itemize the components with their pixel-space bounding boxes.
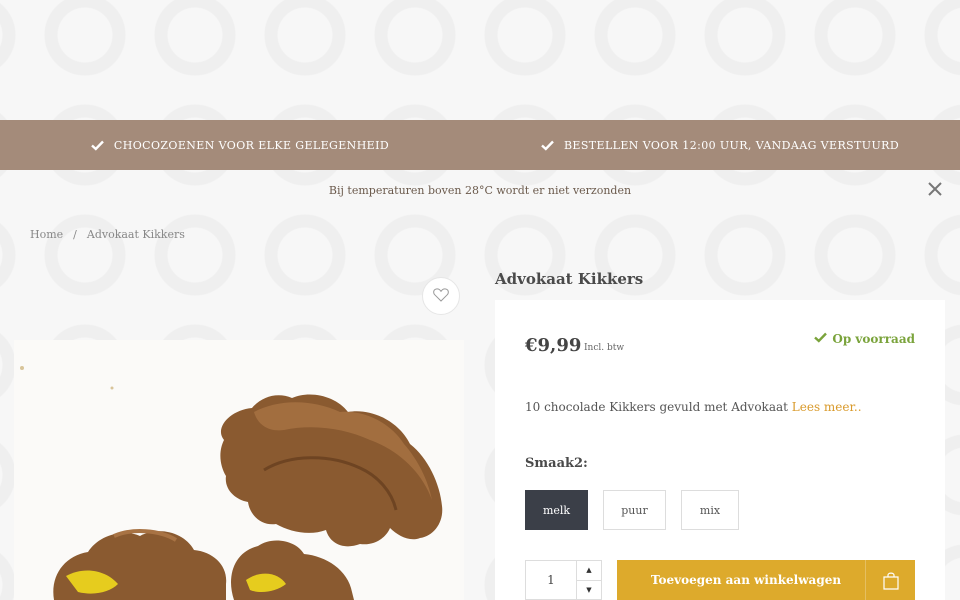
add-to-cart-label: Toevoegen aan winkelwagen xyxy=(650,573,842,587)
breadcrumb-home[interactable]: Home xyxy=(30,228,63,241)
product-title: Advokaat Kikkers xyxy=(495,270,644,288)
heart-icon xyxy=(433,287,449,306)
check-icon xyxy=(541,140,554,151)
stock-label: Op voorraad xyxy=(832,332,915,346)
breadcrumb: Home / Advokaat Kikkers xyxy=(30,228,185,241)
usp-label: CHOCOZOENEN VOOR ELKE GELEGENHEID xyxy=(113,138,390,152)
product-description: 10 chocolade Kikkers gevuld met Advokaat… xyxy=(525,400,862,414)
breadcrumb-current[interactable]: Advokaat Kikkers xyxy=(87,228,185,241)
close-icon[interactable] xyxy=(926,180,944,198)
option-mix[interactable]: mix xyxy=(681,490,739,530)
usp-bar: CHOCOZOENEN VOOR ELKE GELEGENHEID BESTEL… xyxy=(0,120,960,170)
usp-item: CHOCOZOENEN VOOR ELKE GELEGENHEID xyxy=(0,139,480,152)
header-area xyxy=(0,0,960,120)
check-icon xyxy=(814,332,828,346)
quantity-increase-icon[interactable]: ▲ xyxy=(577,561,601,580)
breadcrumb-separator: / xyxy=(73,228,77,241)
product-price: €9,99 xyxy=(525,335,582,356)
quantity-controls: ▲ ▼ xyxy=(576,561,601,599)
check-icon xyxy=(91,140,104,151)
shipping-notice: Bij temperaturen boven 28°C wordt er nie… xyxy=(0,170,960,210)
description-text: 10 chocolade Kikkers gevuld met Advokaat xyxy=(525,400,788,414)
quantity-input[interactable] xyxy=(526,561,576,599)
quantity-decrease-icon[interactable]: ▼ xyxy=(577,579,601,600)
option-label: Smaak2: xyxy=(525,456,588,471)
read-more-link[interactable]: Lees meer.. xyxy=(792,400,862,414)
quantity-stepper: ▲ ▼ xyxy=(525,560,602,600)
product-info-panel: €9,99 Incl. btw Op voorraad 10 chocolade… xyxy=(495,300,945,600)
usp-label: BESTELLEN VOOR 12:00 UUR, VANDAAG VERSTU… xyxy=(563,138,900,152)
option-group: melk puur mix xyxy=(525,490,739,530)
shopping-bag-icon xyxy=(865,560,915,600)
price-tax-note: Incl. btw xyxy=(584,343,625,353)
usp-item: BESTELLEN VOOR 12:00 UUR, VANDAAG VERSTU… xyxy=(480,139,960,152)
option-puur[interactable]: puur xyxy=(603,490,666,530)
product-image[interactable] xyxy=(14,340,464,600)
notice-text: Bij temperaturen boven 28°C wordt er nie… xyxy=(328,183,632,197)
stock-status: Op voorraad xyxy=(814,332,915,346)
wishlist-button[interactable] xyxy=(422,277,460,315)
option-melk[interactable]: melk xyxy=(525,490,588,530)
add-to-cart-button[interactable]: Toevoegen aan winkelwagen xyxy=(617,560,915,600)
